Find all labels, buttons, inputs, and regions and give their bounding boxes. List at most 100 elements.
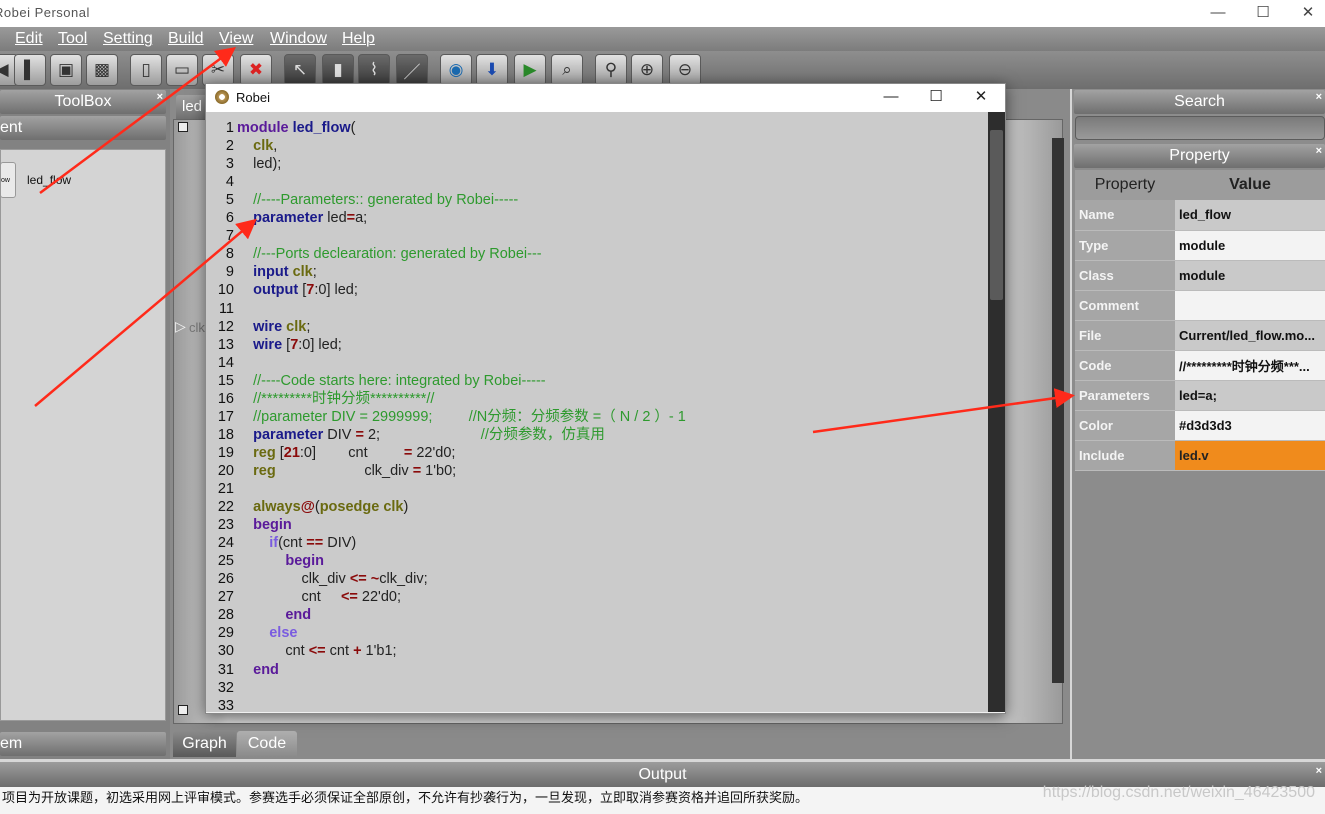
property-row-color[interactable]: Color #d3d3d3 xyxy=(1075,410,1325,441)
property-row-parameters[interactable]: Parameters led=a; xyxy=(1075,380,1325,411)
property-value[interactable]: led=a; xyxy=(1175,380,1325,411)
menu-view[interactable]: View xyxy=(219,30,253,48)
close-icon[interactable]: × xyxy=(1316,765,1322,777)
wire-tool-icon[interactable]: ⌇ xyxy=(358,54,390,86)
toolbox-panel: ToolBox × ent ow led_flow em xyxy=(0,89,170,759)
scrollbar-thumb[interactable] xyxy=(990,130,1003,300)
code-token: cnt xyxy=(237,589,341,606)
property-value[interactable]: led_flow xyxy=(1175,200,1325,231)
property-row-file[interactable]: File Current/led_flow.mo... xyxy=(1075,320,1325,351)
property-value[interactable] xyxy=(1175,290,1325,321)
property-value[interactable]: //*********时钟分频***... xyxy=(1175,350,1325,381)
menu-window[interactable]: Window xyxy=(270,30,327,48)
pointer-icon[interactable]: ↖ xyxy=(284,54,316,86)
line-number: 28 xyxy=(217,607,234,624)
code-text: always@(posedge clk) xyxy=(237,498,408,516)
output-text: 项目为开放课题，初选采用网上评审模式。参赛选手必须保证全部原创，不允许有抄袭行为… xyxy=(2,790,809,805)
simulate-icon[interactable]: ▶ xyxy=(514,54,546,86)
close-icon[interactable]: × xyxy=(157,91,163,103)
system-section-header[interactable]: em xyxy=(0,732,166,756)
property-table-header: Property Value xyxy=(1075,170,1325,200)
cut-icon[interactable]: ✂ xyxy=(202,54,234,86)
code-token: 2; xyxy=(363,426,481,443)
code-token: wire xyxy=(253,336,283,353)
property-row-comment[interactable]: Comment xyxy=(1075,290,1325,321)
delete-icon[interactable]: ✖ xyxy=(240,54,272,86)
pen-icon[interactable]: ／ xyxy=(396,54,428,86)
code-text: //----Parameters:: generated by Robei---… xyxy=(237,191,518,209)
property-row-name[interactable]: Name led_flow xyxy=(1075,200,1325,231)
close-button[interactable]: ✕ xyxy=(958,84,1004,112)
download-icon[interactable]: ⬇ xyxy=(476,54,508,86)
code-editor[interactable]: 1 module led_flow(2 clk, 3 led); 4 5 //----P… xyxy=(206,112,988,712)
magnify-icon[interactable]: ⚲ xyxy=(595,54,627,86)
run-icon[interactable]: ◉ xyxy=(440,54,472,86)
property-table: Property Value Name led_flow Type module… xyxy=(1075,170,1325,471)
module-icon[interactable]: ▮ xyxy=(322,54,354,86)
code-window: Robei — ☐ ✕ 1 module led_flow(2 clk, 3 led… xyxy=(205,83,1006,714)
open-book-icon[interactable]: ▌ xyxy=(14,54,46,86)
property-row-class[interactable]: Class module xyxy=(1075,260,1325,291)
zoom-out-icon[interactable]: ⊖ xyxy=(669,54,701,86)
value-column-header: Value xyxy=(1175,170,1325,200)
code-text: end xyxy=(237,661,279,679)
code-token: reg xyxy=(253,444,276,461)
property-value[interactable]: module xyxy=(1175,260,1325,291)
close-icon[interactable]: × xyxy=(1316,145,1322,157)
menu-edit[interactable]: Edit xyxy=(15,30,43,48)
code-text: clk, xyxy=(237,137,277,155)
module-item-led-flow[interactable]: led_flow xyxy=(27,173,71,187)
menu-setting[interactable]: Setting xyxy=(103,30,153,48)
component-section-header[interactable]: ent xyxy=(0,116,166,140)
new-file-icon[interactable]: ▯ xyxy=(130,54,162,86)
property-row-include[interactable]: Include led.v xyxy=(1075,440,1325,471)
code-token: //分频参数，仿真用 xyxy=(480,426,605,443)
property-row-type[interactable]: Type module xyxy=(1075,230,1325,261)
maximize-button[interactable]: ☐ xyxy=(913,84,959,112)
search-input[interactable] xyxy=(1075,116,1325,140)
tab-code[interactable]: Code xyxy=(237,731,297,757)
save-all-icon[interactable]: ▩ xyxy=(86,54,118,86)
code-token: 22'd0; xyxy=(357,589,401,606)
module-thumbnail[interactable]: ow xyxy=(0,162,16,198)
waveform-icon[interactable]: ⌕ xyxy=(551,54,583,86)
code-token: //----Code starts here: integrated by Ro… xyxy=(237,372,546,389)
property-value[interactable]: Current/led_flow.mo... xyxy=(1175,320,1325,351)
new-window-icon[interactable]: ▭ xyxy=(166,54,198,86)
save-icon[interactable]: ▣ xyxy=(50,54,82,86)
module-box-corner xyxy=(178,705,188,715)
maximize-button[interactable]: ☐ xyxy=(1240,0,1286,27)
property-value[interactable]: #d3d3d3 xyxy=(1175,410,1325,441)
minimize-button[interactable]: — xyxy=(1195,0,1241,27)
close-button[interactable]: ✕ xyxy=(1285,0,1325,27)
menu-tool[interactable]: Tool xyxy=(58,30,87,48)
minimize-button[interactable]: — xyxy=(868,84,914,112)
line-number: 20 xyxy=(217,462,234,479)
menu-help[interactable]: Help xyxy=(342,30,375,48)
property-row-code[interactable]: Code //*********时钟分频***... xyxy=(1075,350,1325,381)
code-window-title-bar[interactable]: Robei — ☐ ✕ xyxy=(206,84,1005,112)
line-number: 8 xyxy=(225,246,234,263)
property-value[interactable]: module xyxy=(1175,230,1325,261)
line-number: 25 xyxy=(217,553,234,570)
line-number: 1 xyxy=(225,120,234,136)
menu-build[interactable]: Build xyxy=(168,30,204,48)
code-text: begin xyxy=(237,552,324,570)
code-scrollbar[interactable] xyxy=(988,112,1005,712)
zoom-in-icon[interactable]: ⊕ xyxy=(631,54,663,86)
property-title: Property xyxy=(1169,147,1230,164)
code-text: parameter DIV = 2; //分频参数，仿真用 xyxy=(237,426,605,444)
close-icon[interactable]: × xyxy=(1316,91,1322,103)
line-number: 4 xyxy=(225,174,234,191)
code-token: :0] cnt xyxy=(299,444,404,461)
property-key: Comment xyxy=(1075,290,1175,321)
tab-graph[interactable]: Graph xyxy=(173,731,236,757)
code-text: cnt <= cnt + 1'b1; xyxy=(237,642,396,660)
property-value[interactable]: led.v xyxy=(1175,440,1325,471)
property-header: Property × xyxy=(1074,144,1325,168)
toolbox-title-text: ToolBox xyxy=(54,93,112,110)
port-arrow-icon: ▷ xyxy=(175,318,186,334)
